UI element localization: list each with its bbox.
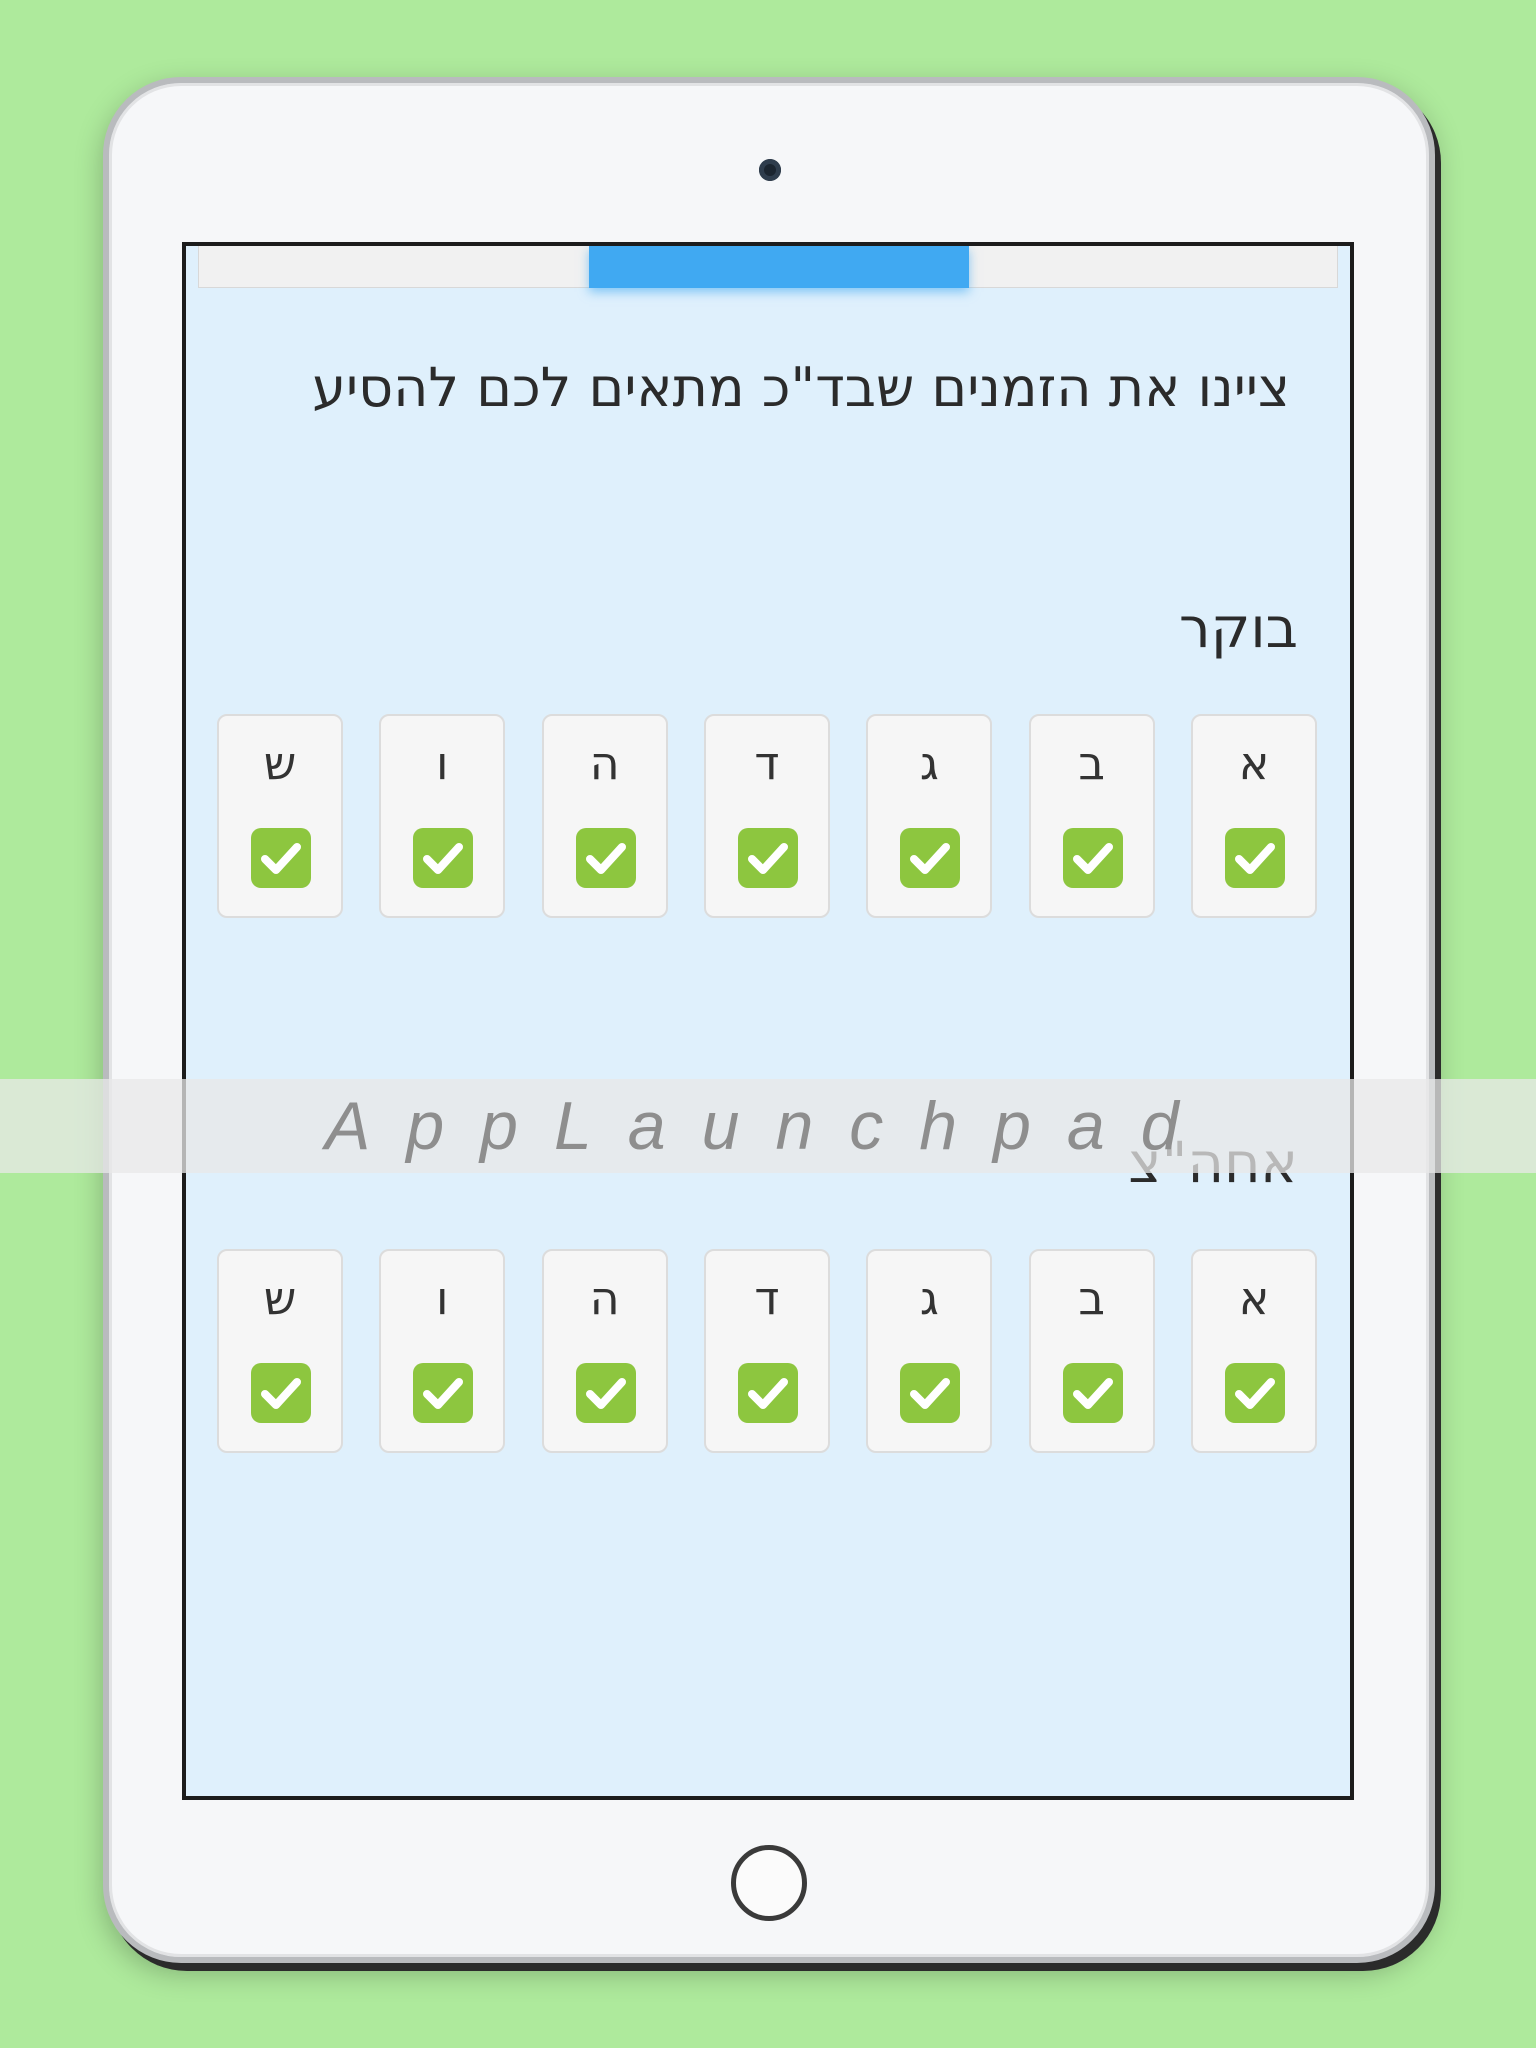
watermark-banner: AppLaunchpad — [0, 1079, 1536, 1173]
check-icon[interactable] — [1062, 828, 1123, 888]
day-card-morning-4[interactable]: ד — [703, 714, 830, 918]
progress-bar — [198, 246, 1338, 288]
day-card-afternoon-2[interactable]: ב — [1028, 1249, 1155, 1453]
check-icon[interactable] — [1224, 1363, 1285, 1423]
check-icon[interactable] — [413, 828, 474, 888]
check-icon[interactable] — [900, 1363, 961, 1423]
page-title: ציינו את הזמנים שבד"כ מתאים לכם להסיע — [312, 356, 1290, 419]
day-card-afternoon-4[interactable]: ד — [703, 1249, 830, 1453]
progress-fill — [589, 246, 969, 288]
check-icon[interactable] — [1224, 828, 1285, 888]
check-icon[interactable] — [251, 828, 311, 888]
day-label: א — [1238, 736, 1270, 790]
day-card-morning-1[interactable]: א — [1190, 714, 1317, 918]
check-icon[interactable] — [251, 1363, 311, 1423]
day-card-afternoon-1[interactable]: א — [1190, 1249, 1317, 1453]
day-card-morning-2[interactable]: ב — [1028, 714, 1155, 918]
day-label: ג — [919, 736, 939, 790]
check-icon[interactable] — [737, 1363, 798, 1423]
day-row-afternoon: א ב ג ד ה ו ש — [217, 1249, 1317, 1453]
day-label: ו — [436, 1271, 449, 1325]
day-card-afternoon-5[interactable]: ה — [541, 1249, 668, 1453]
check-icon[interactable] — [413, 1363, 474, 1423]
check-icon[interactable] — [575, 828, 636, 888]
day-label: ש — [263, 1271, 297, 1325]
day-card-morning-7[interactable]: ש — [217, 714, 343, 918]
check-icon[interactable] — [1062, 1363, 1123, 1423]
day-card-morning-3[interactable]: ג — [866, 714, 993, 918]
app-screen: ציינו את הזמנים שבד"כ מתאים לכם להסיע בו… — [182, 242, 1354, 1800]
day-label: ה — [589, 736, 620, 790]
day-label: ב — [1078, 736, 1105, 790]
check-icon[interactable] — [737, 828, 798, 888]
day-row-morning: א ב ג ד ה ו ש — [217, 714, 1317, 918]
check-icon[interactable] — [575, 1363, 636, 1423]
day-label: ב — [1078, 1271, 1105, 1325]
day-label: ו — [436, 736, 449, 790]
day-card-morning-5[interactable]: ה — [541, 714, 668, 918]
day-label: ג — [919, 1271, 939, 1325]
camera-dot — [759, 159, 781, 181]
day-card-afternoon-6[interactable]: ו — [379, 1249, 506, 1453]
day-label: ד — [754, 736, 780, 790]
section-title-morning: בוקר — [1179, 596, 1298, 661]
day-card-morning-6[interactable]: ו — [379, 714, 506, 918]
day-label: א — [1238, 1271, 1270, 1325]
day-label: ש — [263, 736, 297, 790]
day-label: ד — [754, 1271, 780, 1325]
day-card-afternoon-3[interactable]: ג — [866, 1249, 993, 1453]
home-button[interactable] — [731, 1845, 807, 1921]
day-label: ה — [589, 1271, 620, 1325]
day-card-afternoon-7[interactable]: ש — [217, 1249, 343, 1453]
check-icon[interactable] — [900, 828, 961, 888]
